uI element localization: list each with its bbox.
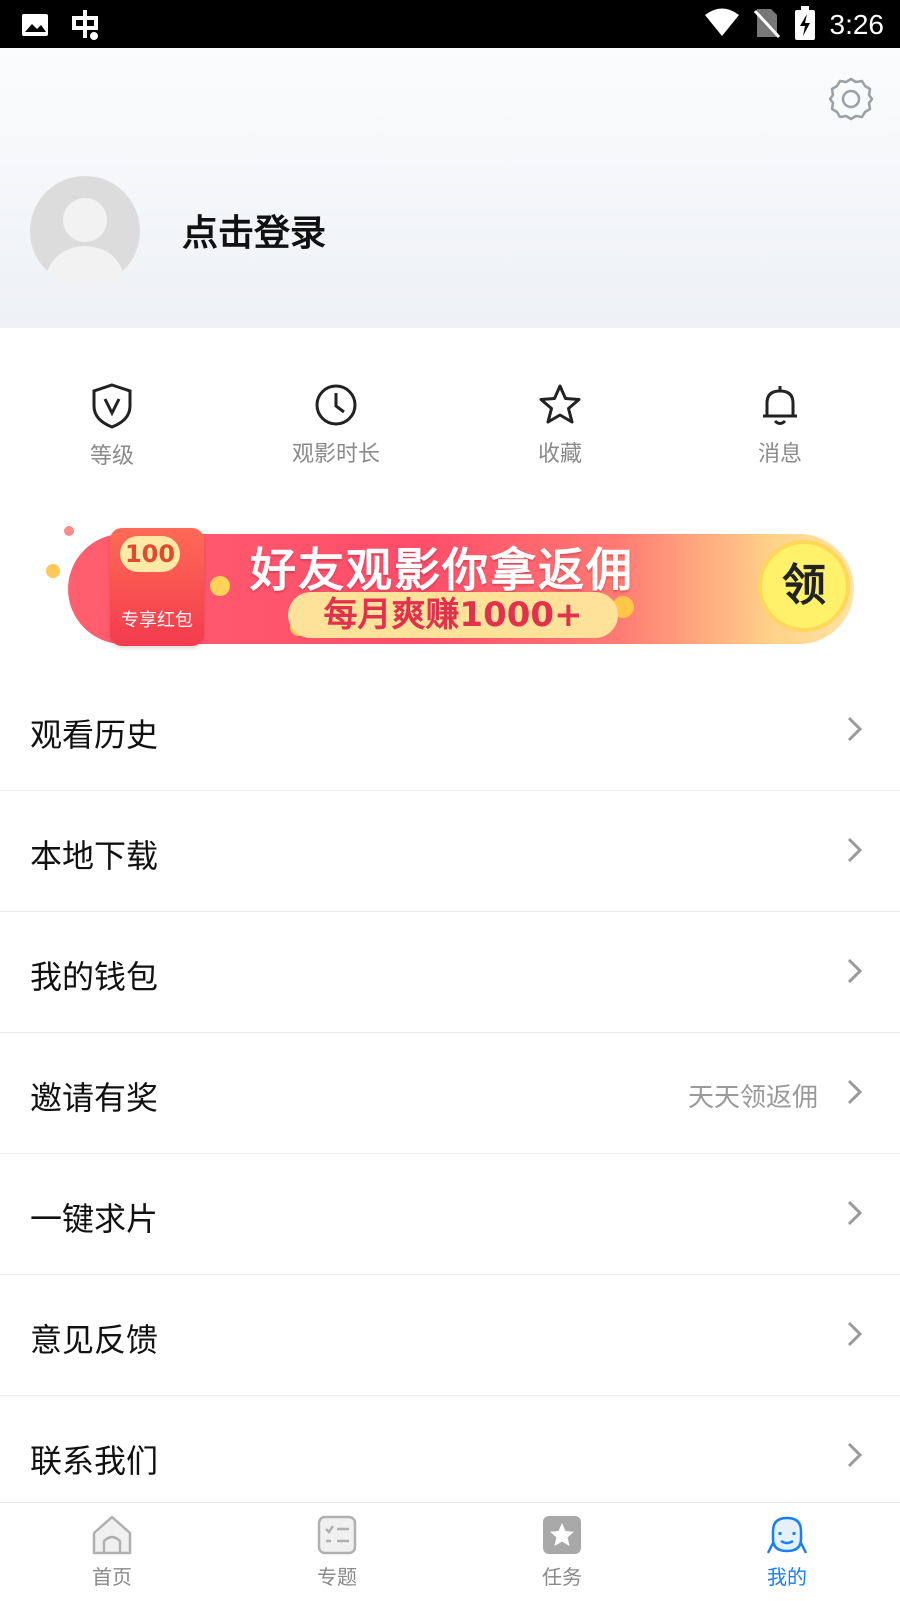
tab-tasks[interactable]: 任务 (502, 1513, 622, 1590)
menu-item-invite-reward[interactable]: 邀请有奖 天天领返佣 (0, 1033, 900, 1154)
tab-label: 我的 (767, 1565, 807, 1589)
banner-title: 好友观影你拿返佣 (250, 543, 634, 597)
menu-item-label: 意见反馈 (30, 1321, 159, 1359)
tab-mine[interactable]: 我的 (727, 1513, 847, 1590)
clock-time: 3:26 (829, 9, 885, 40)
confetti-decoration (64, 526, 74, 536)
chevron-right-icon (847, 1321, 863, 1347)
profile-icon (766, 1516, 808, 1554)
quick-actions: 等级 观影时长 收藏 消息 (0, 340, 900, 490)
quick-action-favorites[interactable]: 收藏 (470, 382, 650, 468)
chevron-right-icon (847, 1200, 863, 1226)
gallery-icon (20, 10, 50, 44)
quick-action-label: 等级 (89, 444, 134, 469)
status-bar: 3:26 (0, 0, 900, 48)
login-prompt[interactable]: 点击登录 (182, 204, 326, 256)
envelope-label: 专享红包 (121, 610, 193, 631)
quick-action-watch-time[interactable]: 观影时长 (246, 382, 426, 468)
menu-item-label: 我的钱包 (30, 958, 159, 996)
chevron-right-icon (847, 1079, 863, 1105)
banner-subtitle: 每月爽赚1000+ (288, 592, 618, 638)
menu-item-contact-us[interactable]: 联系我们 (0, 1396, 900, 1516)
red-envelope-image: 100 专享红包 (110, 528, 204, 646)
avatar[interactable] (30, 176, 140, 286)
settings-icon[interactable] (828, 76, 874, 122)
tab-topics[interactable]: 专题 (277, 1513, 397, 1590)
menu-item-feedback[interactable]: 意见反馈 (0, 1275, 900, 1396)
quick-action-level[interactable]: 等级 (22, 382, 202, 470)
menu-item-label: 邀请有奖 (30, 1079, 159, 1117)
menu-item-label: 一键求片 (30, 1200, 159, 1238)
shield-v-icon (92, 383, 132, 429)
bottom-tab-bar: 首页 专题 任务 我的 (0, 1502, 900, 1601)
promo-banner[interactable]: 100 专享红包 好友观影你拿返佣 每月爽赚1000+ 领 (40, 526, 860, 646)
bell-icon (763, 386, 797, 425)
settings-menu: 观看历史 本地下载 我的钱包 邀请有奖 天天领返佣 一键求片 意见反馈 联系我们 (0, 670, 900, 1516)
tab-home[interactable]: 首页 (52, 1513, 172, 1590)
banner-claim-button[interactable]: 领 (762, 544, 846, 628)
no-sim-icon (753, 7, 780, 43)
battery-charging-icon (794, 6, 816, 44)
menu-item-my-wallet[interactable]: 我的钱包 (0, 912, 900, 1033)
profile-header: 点击登录 (0, 48, 900, 328)
tab-label: 专题 (317, 1565, 357, 1589)
menu-item-label: 观看历史 (30, 716, 159, 754)
chevron-right-icon (847, 1442, 863, 1468)
quick-action-messages[interactable]: 消息 (690, 382, 870, 468)
coin-decoration (46, 564, 60, 578)
menu-item-request-movie[interactable]: 一键求片 (0, 1154, 900, 1275)
tab-label: 任务 (542, 1565, 582, 1589)
tab-label: 首页 (92, 1565, 132, 1589)
quick-action-label: 消息 (757, 442, 802, 467)
envelope-amount: 100 (120, 536, 180, 572)
chevron-right-icon (847, 958, 863, 984)
menu-item-label: 联系我们 (30, 1442, 159, 1480)
menu-item-watch-history[interactable]: 观看历史 (0, 670, 900, 791)
home-icon (92, 1515, 132, 1555)
default-avatar-icon (44, 198, 126, 286)
chevron-right-icon (847, 837, 863, 863)
clock-icon (315, 384, 357, 426)
menu-item-local-download[interactable]: 本地下载 (0, 791, 900, 912)
quick-action-label: 收藏 (537, 442, 582, 467)
app-notification-icon (68, 8, 102, 46)
coin-decoration (210, 576, 230, 596)
chevron-right-icon (847, 716, 863, 742)
wifi-icon (704, 8, 740, 42)
task-icon (543, 1516, 581, 1554)
list-icon (317, 1515, 357, 1555)
quick-action-label: 观影时长 (291, 442, 380, 467)
menu-item-label: 本地下载 (30, 837, 159, 875)
star-icon (539, 384, 581, 424)
menu-item-subtitle: 天天领返佣 (687, 1083, 818, 1113)
